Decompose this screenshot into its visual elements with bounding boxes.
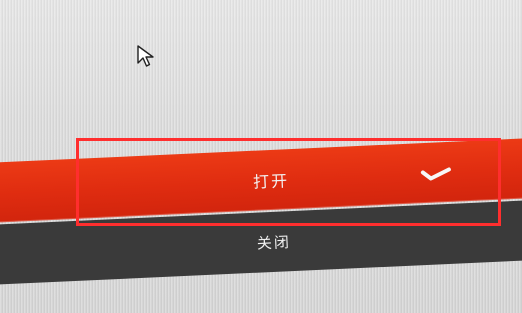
toggle-menu: 打开 关闭 — [0, 0, 522, 313]
checkmark-icon — [420, 167, 451, 181]
menu-option-label: 关闭 — [256, 232, 292, 253]
menu-option-label: 打开 — [252, 171, 290, 192]
